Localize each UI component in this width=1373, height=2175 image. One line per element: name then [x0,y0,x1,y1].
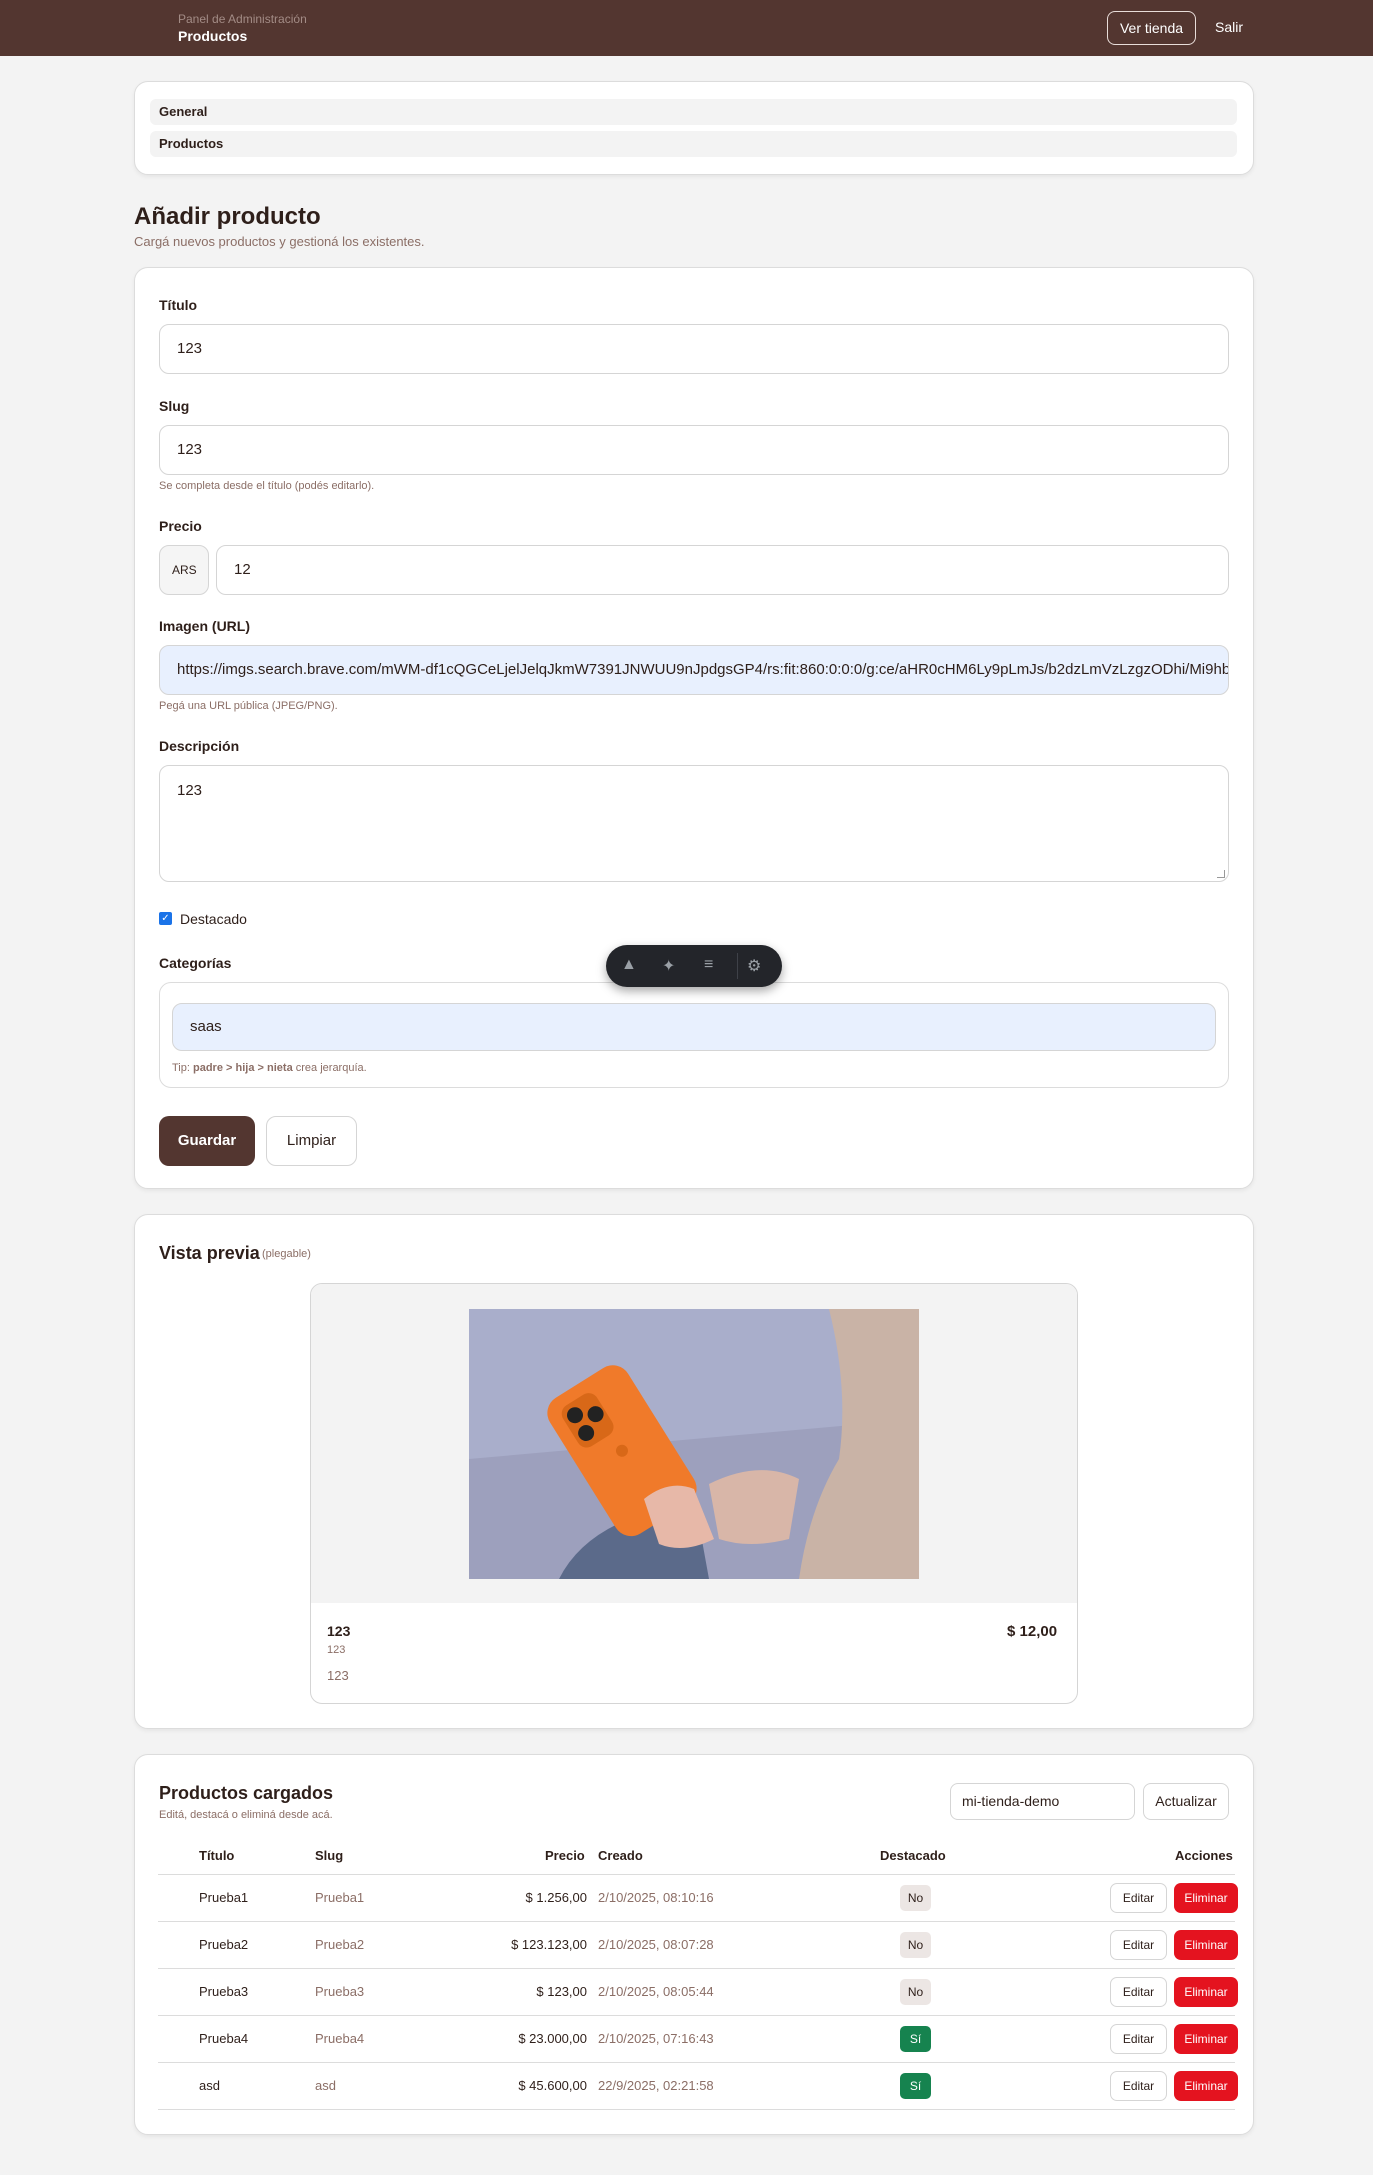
nav-card: General Productos [134,81,1254,175]
featured-label: Destacado [180,911,247,927]
slug-input[interactable]: 123 [159,425,1229,475]
row-title: Prueba4 [199,2031,249,2046]
row-divider [158,2109,1235,2110]
column-created: Creado [598,1848,643,1863]
featured-badge[interactable]: No [900,1885,931,1911]
description-label: Descripción [159,738,240,754]
currency-addon: ARS [159,545,209,595]
edit-button[interactable]: Editar [1110,2024,1167,2054]
page-title: Añadir producto [134,203,321,230]
categories-tip: Tip: padre > hija > nieta crea jerarquía… [172,1062,367,1074]
description-textarea[interactable]: 123 [159,765,1229,882]
astro-logo-icon[interactable]: ▲ [621,956,637,974]
nav-item-productos[interactable]: Productos [150,131,1237,157]
delete-button[interactable]: Eliminar [1174,1930,1238,1960]
column-title: Título [199,1848,235,1863]
gear-icon[interactable]: ⚙ [747,956,761,976]
row-created: 2/10/2025, 07:16:43 [598,2031,714,2046]
delete-button[interactable]: Eliminar [1174,1977,1238,2007]
row-created: 2/10/2025, 08:07:28 [598,1937,714,1952]
row-price: $ 45.600,00 [518,2078,587,2093]
preview-product-price: $ 12,00 [1007,1623,1058,1640]
logout-link[interactable]: Salir [1215,19,1243,35]
row-created: 2/10/2025, 08:05:44 [598,1984,714,1999]
view-store-button[interactable]: Ver tienda [1107,11,1196,45]
price-label: Precio [159,518,202,534]
row-price: $ 1.256,00 [525,1890,587,1905]
audit-list-icon[interactable]: ≡ [704,956,713,974]
edit-button[interactable]: Editar [1110,1883,1167,1913]
image-url-label: Imagen (URL) [159,618,250,634]
header-divider [158,1874,1235,1875]
column-actions: Acciones [1175,1848,1233,1863]
row-title: Prueba3 [199,1984,249,1999]
header-subtitle: Panel de Administración [178,12,307,26]
preview-collapsible-tag: (plegable) [262,1248,311,1260]
store-slug-input[interactable]: mi-tienda-demo [950,1783,1135,1820]
edit-button[interactable]: Editar [1110,2071,1167,2101]
row-divider [158,2062,1235,2063]
header-title: Productos [178,28,248,44]
categories-input[interactable]: saas [172,1003,1216,1051]
row-price: $ 123.123,00 [511,1937,587,1952]
featured-checkbox[interactable]: ✓ [159,912,172,925]
image-url-input[interactable]: https://imgs.search.brave.com/mWM-df1cQG… [159,645,1229,695]
floating-toolbar: ▲ ✦ ≡ ⚙ [606,945,782,987]
nav-item-general[interactable]: General [150,99,1237,125]
row-title: Prueba2 [199,1937,249,1952]
products-title: Productos cargados [159,1783,334,1803]
column-price: Precio [545,1848,585,1863]
column-featured: Destacado [880,1848,946,1863]
preview-title[interactable]: Vista previa [159,1243,260,1264]
page-subtitle: Cargá nuevos productos y gestioná los ex… [134,234,425,249]
row-slug: asd [315,2078,336,2093]
column-slug: Slug [315,1848,344,1863]
row-divider [158,1968,1235,1969]
edit-button[interactable]: Editar [1110,1977,1167,2007]
clear-button[interactable]: Limpiar [266,1116,357,1166]
row-slug: Prueba4 [315,2031,365,2046]
row-price: $ 23.000,00 [518,2031,587,2046]
cursor-select-icon[interactable]: ✦ [662,956,675,976]
row-divider [158,2015,1235,2016]
product-image [469,1309,919,1579]
preview-product-title: 123 [327,1623,351,1639]
row-title: Prueba1 [199,1890,249,1905]
row-slug: Prueba2 [315,1937,365,1952]
price-input[interactable]: 12 [216,545,1229,595]
row-created: 2/10/2025, 08:10:16 [598,1890,714,1905]
preview-product-slug: 123 [327,1644,346,1656]
row-slug: Prueba3 [315,1984,365,1999]
delete-button[interactable]: Eliminar [1174,2024,1238,2054]
slug-hint: Se completa desde el título (podés edita… [159,480,375,492]
product-preview: 123 123 123 $ 12,00 [310,1283,1078,1704]
slug-label: Slug [159,398,190,414]
row-divider [158,1921,1235,1922]
featured-badge[interactable]: Sí [900,2026,931,2052]
resize-handle[interactable] [1217,870,1225,878]
row-title: asd [199,2078,220,2093]
row-slug: Prueba1 [315,1890,365,1905]
title-label: Título [159,297,198,313]
preview-product-description: 123 [327,1668,349,1683]
image-url-hint: Pegá una URL pública (JPEG/PNG). [159,700,338,712]
delete-button[interactable]: Eliminar [1174,2071,1238,2101]
top-bar: Panel de Administración Productos Ver ti… [0,0,1373,56]
edit-button[interactable]: Editar [1110,1930,1167,1960]
description-value: 123 [177,782,203,799]
save-button[interactable]: Guardar [159,1116,255,1166]
featured-badge[interactable]: No [900,1932,931,1958]
products-subtitle: Editá, destacá o eliminá desde acá. [159,1809,333,1821]
featured-badge[interactable]: No [900,1979,931,2005]
preview-image-area [311,1284,1077,1603]
row-price: $ 123,00 [536,1984,587,1999]
delete-button[interactable]: Eliminar [1174,1883,1238,1913]
toolbar-divider [737,953,738,979]
featured-badge[interactable]: Sí [900,2073,931,2099]
title-input[interactable]: 123 [159,324,1229,374]
categories-label: Categorías [159,955,232,971]
row-created: 22/9/2025, 02:21:58 [598,2078,714,2093]
refresh-button[interactable]: Actualizar [1143,1783,1229,1820]
